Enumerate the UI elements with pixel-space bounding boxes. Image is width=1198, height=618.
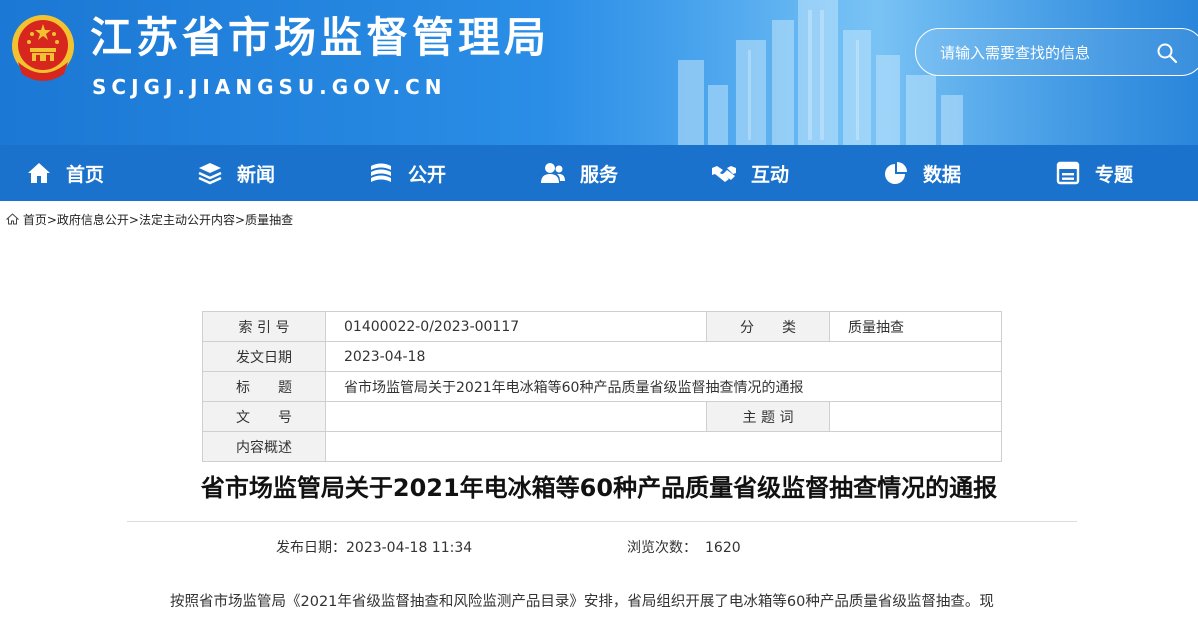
nav-item-service[interactable]: 服务 <box>540 145 618 201</box>
docno-label: 文 号 <box>202 401 326 432</box>
publish-date-label: 发布日期： <box>276 540 346 556</box>
nav-item-news[interactable]: 新闻 <box>197 145 275 201</box>
article-title: 省市场监管局关于2021年电冰箱等60种产品质量省级监督抽查情况的通报 <box>200 474 998 502</box>
title-divider <box>127 521 1077 522</box>
document-info-table: 索 引 号 01400022-0/2023-00117 分 类 质量抽查 发文日… <box>202 311 1002 462</box>
view-count-value: 1620 <box>705 540 741 556</box>
publish-date-value: 2023-04-18 11:34 <box>346 540 473 556</box>
search-input[interactable] <box>938 40 1152 66</box>
keyword-value <box>829 401 1002 432</box>
nav-item-data[interactable]: 数据 <box>883 145 961 201</box>
home-icon <box>28 163 50 183</box>
table-row: 发文日期 2023-04-18 <box>202 341 1002 372</box>
table-row: 文 号 主 题 词 <box>202 401 1002 432</box>
nav-item-label: 公开 <box>408 163 447 186</box>
breadcrumb-gov-info[interactable]: 政府信息公开 <box>57 213 129 227</box>
document-stack-icon <box>371 163 391 182</box>
nav-item-open[interactable]: 公开 <box>368 145 446 201</box>
nav-item-home[interactable]: 首页 <box>26 145 104 201</box>
date-label: 发文日期 <box>202 341 326 372</box>
summary-value <box>325 431 1002 462</box>
handshake-icon <box>712 166 736 182</box>
breadcrumb: 首页>政府信息公开>法定主动公开内容>质量抽查 <box>5 211 293 229</box>
nav-item-label: 专题 <box>1095 163 1134 186</box>
title-value: 省市场监管局关于2021年电冰箱等60种产品质量省级监督抽查情况的通报 <box>325 371 1002 402</box>
title-label: 标 题 <box>202 371 326 402</box>
breadcrumb-separator: > <box>46 213 57 227</box>
nav-item-label: 数据 <box>923 163 962 186</box>
breadcrumb-separator: > <box>128 213 139 227</box>
nav-item-label: 新闻 <box>237 163 276 186</box>
nav-item-interact[interactable]: 互动 <box>711 145 789 201</box>
breadcrumb-statutory[interactable]: 法定主动公开内容 <box>139 213 235 227</box>
site-domain: SCJGJ.JIANGSU.GOV.CN <box>92 75 447 99</box>
summary-label: 内容概述 <box>202 431 326 462</box>
nav-item-label: 服务 <box>580 163 619 186</box>
layers-icon <box>198 163 222 185</box>
article-paragraph: 按照省市场监管局《2021年省级监督抽查和风险监测产品目录》安排，省局组织开展了… <box>170 594 994 610</box>
index-value: 01400022-0/2023-00117 <box>325 311 707 342</box>
search-box <box>915 28 1198 76</box>
home-small-icon <box>5 213 20 225</box>
category-label: 分 类 <box>706 311 830 342</box>
site-title: 江苏省市场监督管理局 <box>90 13 551 62</box>
index-label: 索 引 号 <box>202 311 326 342</box>
category-value: 质量抽查 <box>829 311 1002 342</box>
search-icon[interactable] <box>1156 42 1178 64</box>
site-header: 江苏省市场监督管理局 SCJGJ.JIANGSU.GOV.CN <box>0 0 1198 145</box>
table-row: 索 引 号 01400022-0/2023-00117 分 类 质量抽查 <box>202 311 1002 342</box>
window-icon <box>1056 161 1080 185</box>
view-count-label: 浏览次数： <box>627 540 697 556</box>
date-value: 2023-04-18 <box>325 341 1002 372</box>
docno-value <box>325 401 707 432</box>
view-count: 浏览次数： 1620 <box>627 538 741 558</box>
pie-chart-icon <box>885 162 907 184</box>
keyword-label: 主 题 词 <box>706 401 830 432</box>
breadcrumb-separator: > <box>235 213 246 227</box>
nav-item-label: 互动 <box>751 163 790 186</box>
breadcrumb-home[interactable]: 首页 <box>23 213 47 227</box>
main-nav: 首页 新闻 公开 服务 互动 数据 专题 <box>0 145 1198 201</box>
nav-item-label: 首页 <box>66 163 105 186</box>
table-row: 标 题 省市场监管局关于2021年电冰箱等60种产品质量省级监督抽查情况的通报 <box>202 371 1002 402</box>
users-icon <box>541 163 565 183</box>
nav-item-topics[interactable]: 专题 <box>1055 145 1133 201</box>
table-row: 内容概述 <box>202 431 1002 462</box>
publish-date: 发布日期：2023-04-18 11:34 <box>276 538 472 558</box>
breadcrumb-quality[interactable]: 质量抽查 <box>245 213 293 227</box>
national-emblem-icon <box>12 15 74 81</box>
